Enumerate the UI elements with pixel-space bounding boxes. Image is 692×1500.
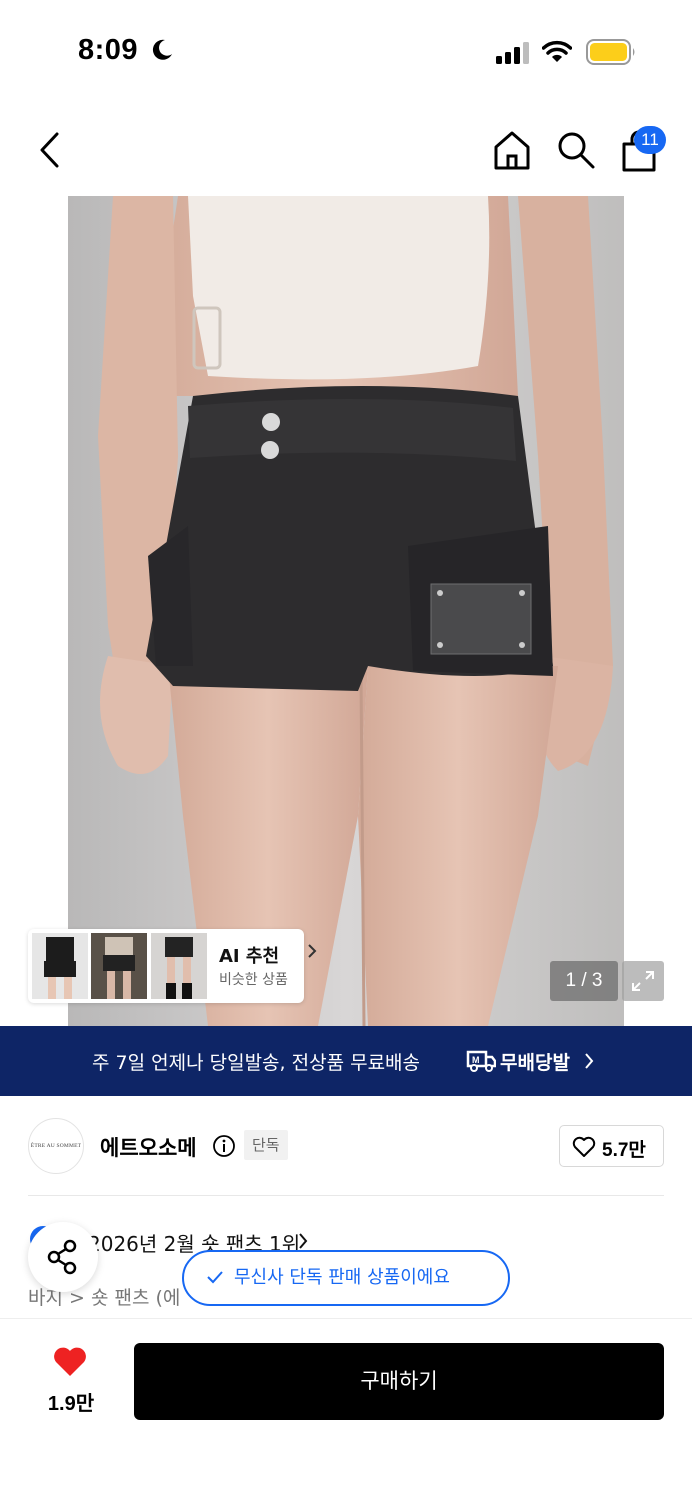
- exclusive-tag: 단독: [244, 1130, 288, 1160]
- product-photo: [68, 196, 624, 1026]
- image-page-counter: 1 / 3: [550, 961, 618, 1001]
- share-button[interactable]: [28, 1222, 98, 1292]
- buy-button[interactable]: 구매하기: [134, 1343, 664, 1420]
- truck-icon: M: [466, 1050, 496, 1072]
- cart-count-badge: 11: [634, 126, 666, 154]
- share-icon: [47, 1239, 77, 1275]
- back-icon[interactable]: [30, 128, 70, 172]
- exclusive-toast: 무신사 단독 판매 상품이에요: [182, 1250, 510, 1306]
- ai-thumb-2[interactable]: [91, 933, 147, 999]
- signal-icon: [496, 42, 529, 64]
- brand-name[interactable]: 에트오소메: [100, 1132, 197, 1162]
- ai-recommend-subtitle: 비슷한 상품: [219, 972, 288, 988]
- status-time: 8:09: [78, 34, 139, 66]
- free-shipping-banner[interactable]: 주 7일 언제나 당일발송, 전상품 무료배송 M 무배당발: [0, 1026, 692, 1096]
- ai-recommend-card[interactable]: AI 추천 비슷한 상품: [28, 929, 317, 1003]
- chevron-right-icon: [308, 944, 317, 958]
- divider: [28, 1195, 664, 1196]
- ai-thumb-3[interactable]: [151, 933, 207, 999]
- chevron-right-icon: [585, 1053, 594, 1069]
- ai-thumb-1[interactable]: [32, 933, 88, 999]
- promo-text: 주 7일 언제나 당일발송, 전상품 무료배송: [92, 1052, 421, 1074]
- moon-icon: [152, 39, 172, 60]
- home-icon[interactable]: [492, 130, 532, 170]
- search-icon[interactable]: [556, 130, 596, 170]
- check-icon: [207, 1270, 223, 1283]
- ai-recommend-title: AI 추천: [219, 946, 280, 967]
- expand-button[interactable]: [622, 961, 664, 1001]
- svg-text:M: M: [472, 1055, 480, 1065]
- top-nav: [0, 118, 692, 184]
- bottom-action-bar: 1.9만 구매하기: [0, 1318, 692, 1500]
- brand-logo[interactable]: ÊTRE AU SOMMET: [28, 1118, 84, 1174]
- wish-count: 1.9만: [47, 1393, 95, 1415]
- product-image[interactable]: [68, 196, 624, 1026]
- expand-icon: [632, 971, 654, 991]
- brand-like-button[interactable]: 5.7만: [559, 1125, 664, 1167]
- battery-icon: [586, 39, 635, 65]
- brand-row: ÊTRE AU SOMMET 에트오소메 단독 5.7만: [0, 1112, 692, 1182]
- info-icon[interactable]: [212, 1134, 236, 1158]
- brand-like-count: 5.7만: [602, 1140, 646, 1161]
- promo-logo: M 무배당발: [466, 1048, 570, 1074]
- heart-outline-icon: [572, 1136, 596, 1157]
- promo-brand: 무배당발: [500, 1051, 570, 1074]
- status-bar: 8:09: [0, 0, 692, 100]
- heart-filled-icon[interactable]: [52, 1346, 88, 1378]
- chevron-right-icon: [299, 1233, 308, 1249]
- wifi-icon: [542, 40, 572, 62]
